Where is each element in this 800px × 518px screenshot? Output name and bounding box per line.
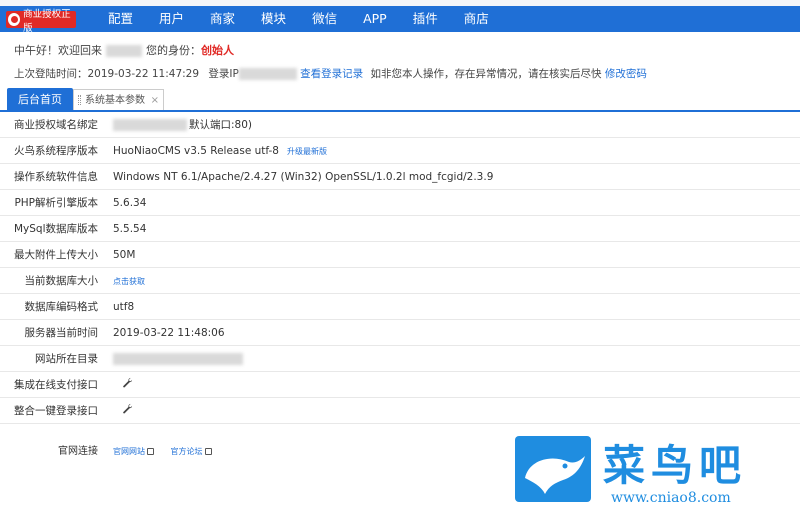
row-value: 点击获取 xyxy=(113,268,145,295)
row-label: 商业授权域名绑定 xyxy=(14,119,98,131)
table-row: 集成在线支付接口 xyxy=(0,372,800,398)
row-label: 数据库编码格式 xyxy=(24,301,99,313)
row-label: PHP解析引擎版本 xyxy=(14,197,98,209)
nav-item-users[interactable]: 用户 xyxy=(159,6,184,32)
row-label: 火鸟系统程序版本 xyxy=(14,145,98,157)
watermark-url: www.cniao8.com xyxy=(611,490,731,506)
row-value xyxy=(113,346,243,372)
system-info-table: 商业授权域名绑定 默认端口:80) 火鸟系统程序版本 HuoNiaoCMS v3… xyxy=(0,112,800,424)
row-value: Windows NT 6.1/Apache/2.4.27 (Win32) Ope… xyxy=(113,171,494,183)
table-row: 数据库编码格式 utf8 xyxy=(0,294,800,320)
official-forum-link[interactable]: 官方论坛 xyxy=(171,447,203,456)
bird-logo-icon xyxy=(515,436,591,502)
role-value: 创始人 xyxy=(201,44,234,57)
table-row: MySql数据库版本 5.5.54 xyxy=(0,216,800,242)
row-label: MySql数据库版本 xyxy=(13,223,98,235)
top-navigation-bar: 商业授权正版 配置 用户 商家 模块 微信 APP 插件 商店 xyxy=(0,6,800,34)
site-watermark: 菜鸟吧 www.cniao8.com xyxy=(515,430,785,510)
seal-icon xyxy=(8,13,21,26)
nav-item-app[interactable]: APP xyxy=(363,6,387,32)
tab-dashboard-home[interactable]: 后台首页 xyxy=(7,88,73,112)
nav-item-wechat[interactable]: 微信 xyxy=(312,6,337,32)
row-value: 5.5.54 xyxy=(113,223,147,235)
watermark-text: 菜鸟吧 xyxy=(603,441,748,490)
external-link-icon xyxy=(147,448,154,455)
table-row: 最大附件上传大小 50M xyxy=(0,242,800,268)
row-label: 当前数据库大小 xyxy=(24,275,99,287)
table-row: 整合一键登录接口 xyxy=(0,398,800,424)
row-value: HuoNiaoCMS v3.5 Release utf-8 升级最新版 xyxy=(113,138,327,165)
redacted-ip xyxy=(238,68,297,80)
table-row: 操作系统软件信息 Windows NT 6.1/Apache/2.4.27 (W… xyxy=(0,164,800,190)
nav-item-merchants[interactable]: 商家 xyxy=(210,6,235,32)
greeting-line: 中午好！欢迎回来 您的身份：创始人 xyxy=(14,42,234,58)
row-label: 集成在线支付接口 xyxy=(14,379,98,391)
table-row: 商业授权域名绑定 默认端口:80) xyxy=(0,112,800,138)
row-value xyxy=(122,398,133,424)
nav-item-store[interactable]: 商店 xyxy=(464,6,489,32)
row-value: 5.6.34 xyxy=(113,197,147,209)
row-label: 最大附件上传大小 xyxy=(14,249,98,261)
main-nav: 配置 用户 商家 模块 微信 APP 插件 商店 xyxy=(108,6,515,32)
redacted-domain xyxy=(113,119,187,131)
table-row: 当前数据库大小 点击获取 xyxy=(0,268,800,294)
row-label: 网站所在目录 xyxy=(35,353,98,365)
nav-item-modules[interactable]: 模块 xyxy=(261,6,286,32)
table-row: 服务器当前时间 2019-03-22 11:48:06 xyxy=(0,320,800,346)
wrench-icon[interactable] xyxy=(122,377,133,388)
cms-version-text: HuoNiaoCMS v3.5 Release utf-8 xyxy=(113,145,279,157)
view-login-records-link[interactable]: 查看登录记录 xyxy=(300,68,363,80)
row-value: utf8 xyxy=(113,301,135,313)
tab-bar: 后台首页 系统基本参数 × xyxy=(0,86,800,112)
login-ip-label: 登录IP xyxy=(208,68,239,80)
bird-logo-shape xyxy=(525,456,585,494)
domain-port-text: 默认端口:80) xyxy=(189,119,252,131)
drag-handle-icon[interactable] xyxy=(78,95,81,105)
brand-logo[interactable]: 商业授权正版 xyxy=(6,9,76,34)
row-value: 50M xyxy=(113,249,136,261)
role-label: 您的身份： xyxy=(146,44,201,57)
redacted-username xyxy=(106,45,142,57)
tab-system-params-label: 系统基本参数 xyxy=(85,95,145,106)
official-links-label: 官网连接 xyxy=(58,446,98,457)
tab-system-params[interactable]: 系统基本参数 × xyxy=(73,89,164,110)
table-row: 网站所在目录 xyxy=(0,346,800,372)
fetch-db-size-link[interactable]: 点击获取 xyxy=(113,277,145,286)
table-row: 火鸟系统程序版本 HuoNiaoCMS v3.5 Release utf-8 升级… xyxy=(0,138,800,164)
external-link-icon xyxy=(204,448,212,455)
nav-item-config[interactable]: 配置 xyxy=(108,6,133,32)
row-value: 2019-03-22 11:48:06 xyxy=(113,327,225,339)
security-notice: 如非您本人操作，存在异常情况，请在核实后尽快 xyxy=(370,68,602,80)
last-login-time: 2019-03-22 11:47:29 xyxy=(87,68,200,80)
last-login-line: 上次登陆时间：2019-03-22 11:47:29 登录IP 查看登录记录 如… xyxy=(14,66,647,81)
last-login-label: 上次登陆时间： xyxy=(14,68,88,80)
redacted-directory xyxy=(113,353,243,365)
brand-logo-text: 商业授权正版 xyxy=(23,8,71,34)
nav-item-plugins[interactable]: 插件 xyxy=(413,6,438,32)
row-label: 操作系统软件信息 xyxy=(14,171,98,183)
wrench-icon[interactable] xyxy=(122,403,133,414)
official-website-link[interactable]: 官网网站 xyxy=(113,447,145,456)
close-icon[interactable]: × xyxy=(151,90,159,111)
row-label: 整合一键登录接口 xyxy=(14,405,98,417)
greeting-prefix: 中午好！欢迎回来 xyxy=(14,44,102,57)
official-links: 官网网站 官方论坛 xyxy=(113,440,212,464)
row-value: 默认端口:80) xyxy=(113,112,252,138)
change-password-link[interactable]: 修改密码 xyxy=(605,68,647,80)
row-value xyxy=(122,372,133,398)
row-label: 服务器当前时间 xyxy=(24,327,99,339)
table-row: PHP解析引擎版本 5.6.34 xyxy=(0,190,800,216)
upgrade-link[interactable]: 升级最新版 xyxy=(287,147,327,156)
